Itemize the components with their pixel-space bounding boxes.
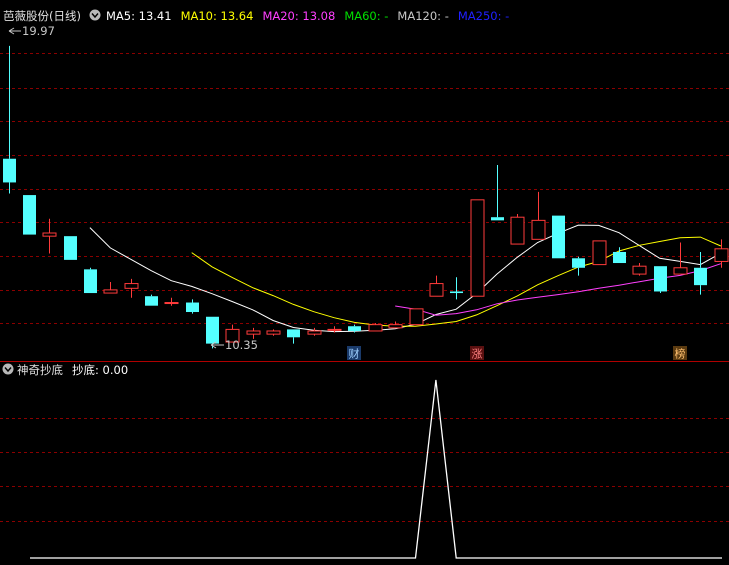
ma-legend-item: MA60: - <box>344 9 388 23</box>
candle[interactable] <box>552 215 565 259</box>
event-marker[interactable]: 财 <box>347 346 361 361</box>
candle-body <box>42 232 57 237</box>
candle[interactable] <box>3 45 16 194</box>
ma-collapse-icon[interactable] <box>89 9 101 21</box>
candle-body <box>327 328 342 331</box>
candle-body <box>592 240 607 266</box>
candle[interactable] <box>124 278 139 298</box>
candle[interactable] <box>287 329 300 344</box>
candle-body <box>572 258 585 268</box>
indicator-line <box>30 379 722 559</box>
candle-body <box>531 219 546 240</box>
candle[interactable] <box>531 191 546 240</box>
ma-legend-item: MA120: - <box>397 9 448 23</box>
indicator-series <box>30 379 722 559</box>
event-marker-label: 涨 <box>472 348 483 361</box>
candle[interactable] <box>450 277 463 300</box>
ma20-line <box>395 263 721 316</box>
candle[interactable] <box>694 251 707 295</box>
indicator-collapse-icon[interactable] <box>2 363 14 375</box>
indicator-gridlines <box>0 418 729 522</box>
candle-body <box>409 308 424 326</box>
price-gridlines <box>0 53 729 324</box>
event-marker-label: 榜 <box>675 347 686 361</box>
stock-title: 芭薇股份(日线) <box>3 9 81 23</box>
candle-body <box>246 330 261 335</box>
event-marker[interactable]: 涨 <box>470 346 484 361</box>
event-marker-label: 财 <box>349 347 360 361</box>
candle-body <box>64 236 77 260</box>
candle-body <box>145 296 158 306</box>
candle[interactable] <box>64 236 77 260</box>
candle-body <box>164 302 179 305</box>
candle-body <box>186 302 199 313</box>
ma-legend-item: MA20: 13.08 <box>262 9 335 23</box>
candle[interactable] <box>491 165 504 221</box>
candle[interactable] <box>103 281 118 294</box>
candle[interactable] <box>632 263 647 276</box>
candle-body <box>368 324 383 332</box>
chart-canvas: 财 涨 榜 芭薇股份(日线) MA5: 13.41 MA10: 13.64 MA20: … <box>0 9 729 559</box>
event-markers: 财涨榜 <box>347 346 687 361</box>
candle[interactable] <box>23 195 36 235</box>
candle[interactable] <box>266 329 281 336</box>
low-price-label: 10.35 <box>225 338 258 352</box>
candle-body <box>491 217 504 221</box>
ma-legend-item: MA250: - <box>458 9 509 23</box>
candlestick-series <box>3 45 729 349</box>
candle[interactable] <box>429 275 444 297</box>
candle[interactable] <box>592 240 607 266</box>
candle-body <box>613 251 626 264</box>
candle-body <box>84 269 97 294</box>
candle-body <box>510 216 525 245</box>
candle[interactable] <box>164 297 179 306</box>
candle[interactable] <box>186 299 199 314</box>
candle[interactable] <box>145 294 158 306</box>
candle[interactable] <box>572 256 585 276</box>
candle[interactable] <box>654 266 667 294</box>
candle-body <box>124 283 139 289</box>
candle-body <box>470 199 485 297</box>
candle-body <box>429 283 444 297</box>
candle-body <box>654 266 667 292</box>
candle-body <box>348 326 361 331</box>
moving-average-lines <box>89 224 722 333</box>
candle[interactable] <box>388 321 403 329</box>
candle-body <box>103 289 118 294</box>
candle[interactable] <box>714 239 729 268</box>
candle-body <box>23 195 36 235</box>
ma5-line <box>89 224 722 333</box>
indicator-title: 神奇抄底 <box>17 363 63 377</box>
candle[interactable] <box>368 323 383 332</box>
candle-body <box>388 324 403 329</box>
candle[interactable] <box>409 308 424 326</box>
candle-body <box>552 215 565 259</box>
candle[interactable] <box>307 327 322 336</box>
indicator-value: 抄底: 0.00 <box>72 363 128 377</box>
candle-body <box>287 329 300 338</box>
candle[interactable] <box>84 267 97 294</box>
candle-body <box>206 316 219 344</box>
candle[interactable] <box>673 242 688 275</box>
event-marker[interactable]: 榜 <box>673 346 687 361</box>
candle-body <box>673 267 688 275</box>
candle-body <box>694 267 707 286</box>
high-price-label: 19.97 <box>22 24 55 38</box>
candle-body <box>266 330 281 335</box>
candle-body <box>632 265 647 275</box>
candle[interactable] <box>42 218 57 254</box>
candle-body <box>3 158 16 183</box>
candle[interactable] <box>470 199 485 297</box>
ma-legend-item: MA5: 13.41 <box>106 9 172 23</box>
high-price-annotation: 19.97 <box>8 24 55 38</box>
ma-legend-item: MA10: 13.64 <box>181 9 254 23</box>
candle-body <box>450 291 463 294</box>
ma-legend: MA5: 13.41 MA10: 13.64 MA20: 13.08 MA60: - M… <box>106 9 509 23</box>
candle[interactable] <box>510 214 525 245</box>
candle-body <box>714 248 729 262</box>
candle-body <box>307 330 322 335</box>
